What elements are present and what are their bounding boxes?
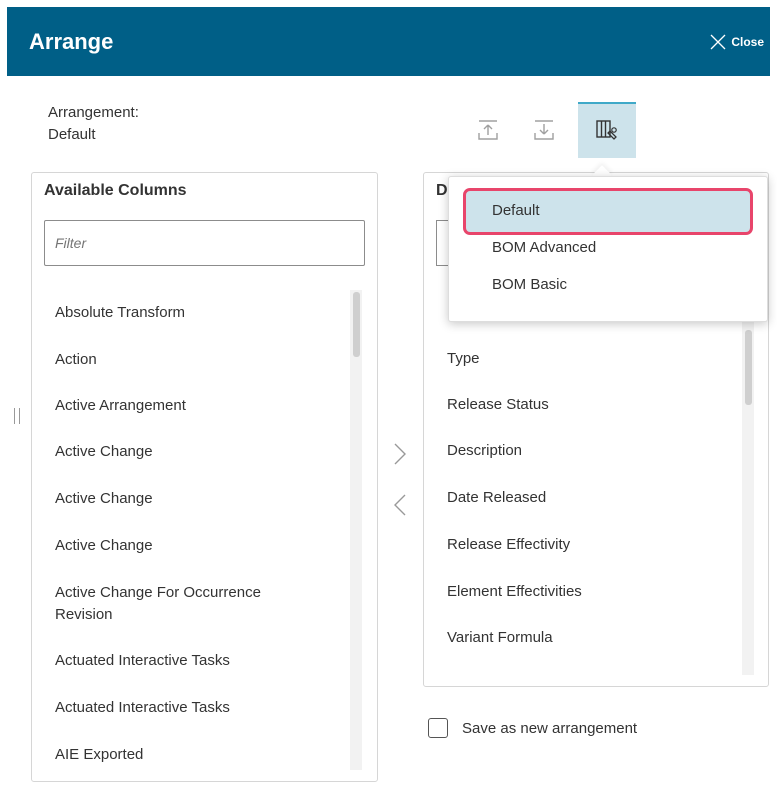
download-arrangement-button[interactable]	[522, 102, 566, 158]
available-column-item[interactable]: Active Arrangement	[55, 395, 186, 417]
displayed-columns-filter-input[interactable]	[436, 220, 448, 266]
arrangement-value: Default	[48, 126, 96, 143]
upload-arrangement-button[interactable]	[466, 102, 510, 158]
available-column-item[interactable]: AIE Exported	[55, 744, 143, 766]
displayed-column-item[interactable]: Description	[447, 442, 522, 459]
available-column-item[interactable]: Active Change For Occurrence Revision	[55, 582, 315, 626]
available-columns-title: Available Columns	[44, 182, 187, 199]
dialog-title: Arrange	[29, 29, 114, 54]
manage-arrangement-button[interactable]	[578, 102, 636, 158]
available-columns-scrollbar-thumb[interactable]	[353, 292, 360, 357]
displayed-columns-scrollbar-thumb[interactable]	[745, 330, 752, 405]
move-left-icon[interactable]	[391, 492, 409, 518]
manage-arrangement-icon	[596, 120, 617, 140]
dialog-header: Arrange Close	[7, 7, 770, 76]
displayed-column-item[interactable]: Type	[447, 350, 480, 367]
close-button[interactable]: Close	[709, 33, 764, 51]
download-arrangement-icon	[534, 120, 554, 140]
save-new-arrangement-label[interactable]: Save as new arrangement	[462, 720, 637, 737]
available-columns-scrollbar[interactable]	[350, 290, 362, 770]
available-column-item[interactable]: Active Change	[55, 441, 153, 463]
move-right-icon[interactable]	[391, 441, 409, 467]
splitter-grip-icon[interactable]	[14, 408, 20, 424]
displayed-column-item[interactable]: Release Status	[447, 396, 549, 413]
arrangement-option-bom-advanced[interactable]: BOM Advanced	[492, 239, 596, 256]
available-column-item[interactable]: Absolute Transform	[55, 302, 185, 324]
available-column-item[interactable]: Active Change	[55, 488, 153, 510]
displayed-column-item[interactable]: Release Effectivity	[447, 536, 570, 553]
upload-arrangement-icon	[478, 120, 498, 140]
available-column-item[interactable]: Active Change	[55, 535, 153, 557]
available-columns-filter-input[interactable]	[44, 220, 365, 266]
displayed-column-item[interactable]: Date Released	[447, 489, 546, 506]
displayed-column-item[interactable]: Element Effectivities	[447, 583, 582, 600]
arrangement-label: Arrangement:	[48, 104, 139, 121]
close-icon	[710, 34, 726, 50]
available-column-item[interactable]: Actuated Interactive Tasks	[55, 697, 230, 719]
available-column-item[interactable]: Actuated Interactive Tasks	[55, 650, 230, 672]
close-label: Close	[731, 35, 764, 49]
available-column-item[interactable]: Action	[55, 349, 97, 371]
displayed-column-item[interactable]: Variant Formula	[447, 629, 553, 646]
save-new-arrangement-checkbox[interactable]	[428, 718, 448, 738]
arrangement-option-default[interactable]: Default	[492, 202, 540, 219]
arrangement-option-bom-basic[interactable]: BOM Basic	[492, 276, 567, 293]
displayed-columns-title: D	[436, 182, 448, 199]
